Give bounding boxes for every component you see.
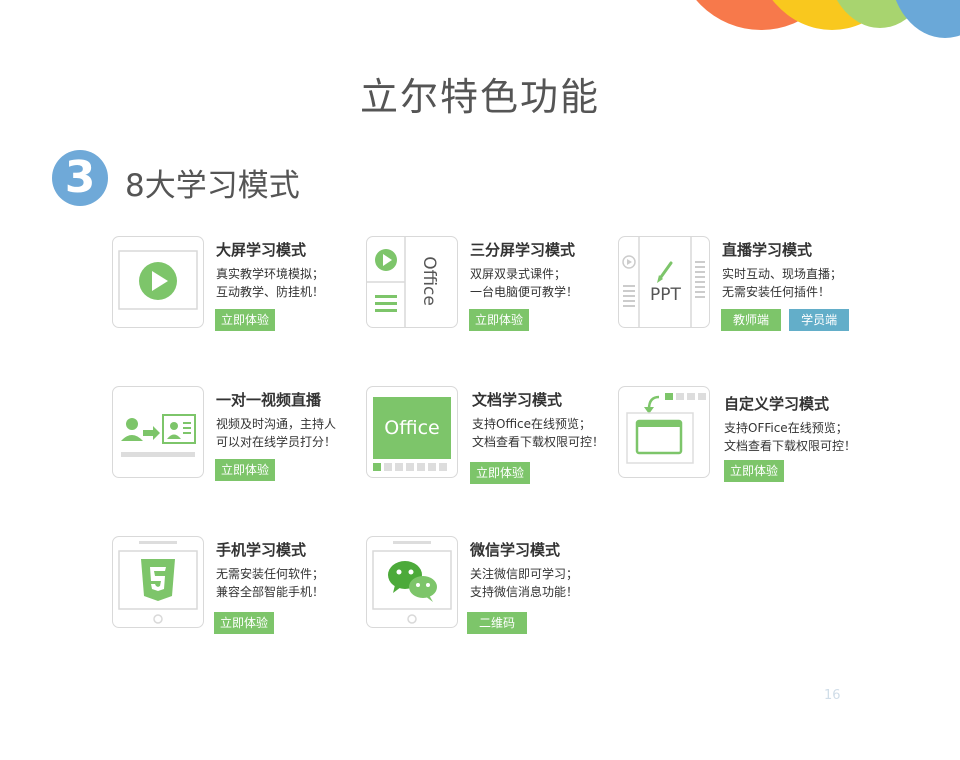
card-title: 文档学习模式 — [472, 391, 563, 409]
card-one-on-one: 一对一视频直播 视频及时沟通，主持人 可以对在线学员打分！ 立即体验 — [112, 386, 362, 486]
card-title: 直播学习模式 — [722, 241, 813, 259]
card-title: 手机学习模式 — [216, 541, 307, 559]
card-description: 支持OFFice在线预览； 文档查看下载权限可控！ — [724, 421, 857, 453]
card-document: Office 文档学习模式 支持Office在线预览； 文档查看下载权限可控！ 立… — [366, 386, 616, 486]
try-now-button[interactable]: 立即体验 — [215, 309, 276, 331]
try-now-button[interactable]: 立即体验 — [470, 462, 531, 484]
card-description: 实时互动、现场直播； 无需安装任何插件！ — [722, 267, 843, 299]
try-now-button[interactable]: 立即体验 — [215, 459, 276, 481]
one-on-one-video-icon — [112, 386, 204, 478]
card-title: 三分屏学习模式 — [470, 241, 576, 259]
try-now-button[interactable]: 立即体验 — [469, 309, 530, 331]
card-description: 视频及时沟通，主持人 可以对在线学员打分！ — [216, 417, 337, 449]
ppt-live-icon: PPT — [618, 236, 710, 328]
card-description: 关注微信即可学习； 支持微信消息功能！ — [470, 567, 579, 599]
student-button[interactable]: 学员端 — [789, 309, 850, 331]
card-description: 双屏双录式课件； 一台电脑便可教学！ — [470, 267, 579, 299]
card-title: 大屏学习模式 — [216, 241, 307, 259]
section-title: 8大学习模式 — [125, 168, 300, 204]
html5-phone-icon — [112, 536, 204, 628]
custom-layout-icon — [618, 386, 710, 478]
try-now-button[interactable]: 立即体验 — [214, 612, 275, 634]
card-title: 微信学习模式 — [470, 541, 561, 559]
card-description: 真实教学环境模拟； 互动教学、防挂机！ — [216, 267, 325, 299]
three-split-screen-icon: Office — [366, 236, 458, 328]
office-document-icon: Office — [366, 386, 458, 478]
page-number: 16 — [824, 688, 841, 703]
card-title: 自定义学习模式 — [724, 395, 830, 413]
wechat-icon — [366, 536, 458, 628]
try-now-button[interactable]: 立即体验 — [724, 460, 785, 482]
card-wechat: 微信学习模式 关注微信即可学习； 支持微信消息功能！ 二维码 — [366, 536, 616, 636]
decorative-bubbles — [0, 0, 960, 40]
office-label: Office — [384, 417, 440, 439]
page-title: 立尔特色功能 — [359, 75, 600, 119]
card-description: 无需安装任何软件； 兼容全部智能手机！ — [216, 567, 325, 599]
play-screen-icon — [112, 236, 204, 328]
teacher-button[interactable]: 教师端 — [721, 309, 782, 331]
card-mobile: 手机学习模式 无需安装任何软件； 兼容全部智能手机！ 立即体验 — [112, 536, 362, 636]
section-number-badge: 3 — [52, 150, 108, 206]
card-live: PPT 直播学习模式 实时互动、现场直播； 无需安装任何插件！ 教师端 学员端 — [618, 236, 868, 336]
ppt-label: PPT — [650, 285, 681, 305]
office-vertical-label: Office — [419, 256, 439, 306]
card-three-split: Office 三分屏学习模式 双屏双录式课件； 一台电脑便可教学！ 立即体验 — [366, 236, 616, 336]
card-title: 一对一视频直播 — [216, 391, 322, 409]
card-description: 支持Office在线预览； 文档查看下载权限可控！ — [472, 417, 605, 449]
card-big-screen: 大屏学习模式 真实教学环境模拟； 互动教学、防挂机！ 立即体验 — [112, 236, 362, 336]
qr-code-button[interactable]: 二维码 — [467, 612, 528, 634]
card-custom: 自定义学习模式 支持OFFice在线预览； 文档查看下载权限可控！ 立即体验 — [618, 386, 868, 486]
